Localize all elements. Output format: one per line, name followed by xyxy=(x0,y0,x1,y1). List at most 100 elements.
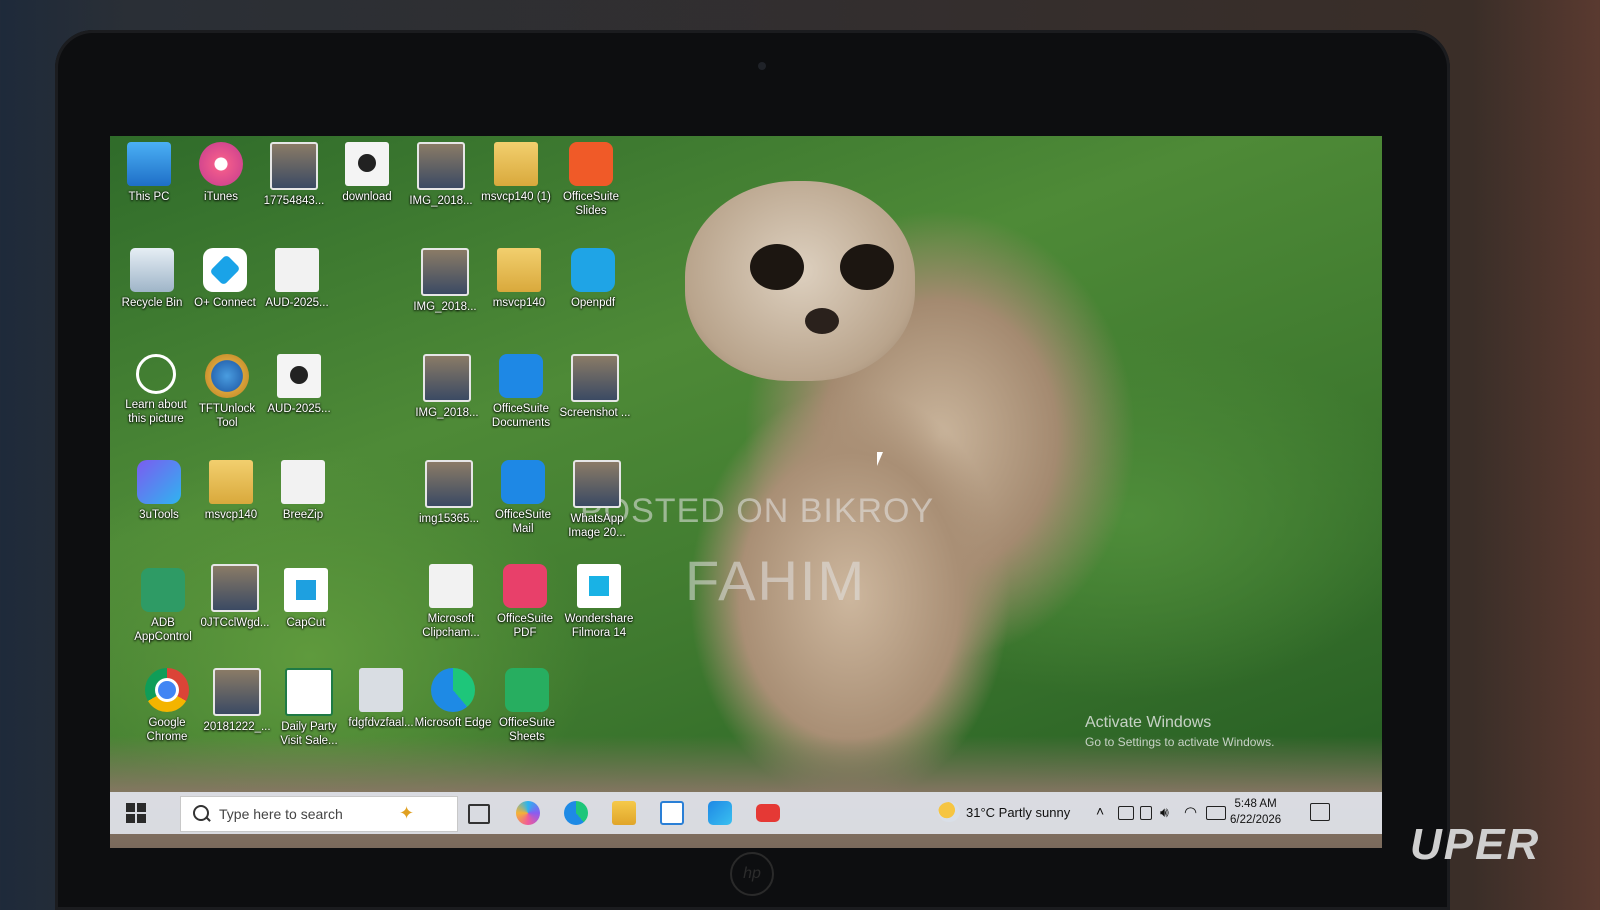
copilot-icon[interactable] xyxy=(516,801,540,825)
blank-file-icon xyxy=(275,248,319,292)
desktop-icon-daily-party-visit[interactable]: Daily Party Visit Sale... xyxy=(270,668,348,748)
wallpaper-meerkat-eye xyxy=(840,244,894,290)
webcam xyxy=(758,62,766,70)
taskbar-search-box[interactable]: Type here to search ✦ xyxy=(180,796,458,832)
desktop-icon-label: Wondershare Filmora 14 xyxy=(564,613,634,639)
task-view-icon[interactable] xyxy=(468,804,490,824)
desktop-icon-tftunlock[interactable]: TFTUnlock Tool xyxy=(188,354,266,430)
volume-icon[interactable]: 🔊︎ xyxy=(1160,804,1169,846)
watermark-name: FAHIM xyxy=(685,549,867,612)
windows-logo-icon xyxy=(126,803,135,812)
notification-icon[interactable] xyxy=(1310,803,1330,821)
desktop-icon-3utools[interactable]: 3uTools xyxy=(120,460,198,522)
o-plus-connect-icon xyxy=(203,248,247,292)
desktop-icon-label: download xyxy=(342,191,392,203)
hp-logo: hp xyxy=(730,852,774,896)
chevron-up-icon[interactable]: ˄ xyxy=(1096,803,1104,845)
photo-file-icon xyxy=(417,142,465,190)
desktop-icon-aud-2025-a[interactable]: AUD-2025... xyxy=(258,248,336,310)
desktop-icon-label: OfficeSuite Mail xyxy=(494,509,552,535)
desktop-icon-img15365[interactable]: img15365... xyxy=(410,460,488,526)
desktop-icon-img-2018-c[interactable]: IMG_2018... xyxy=(408,354,486,420)
photo-file-icon xyxy=(423,354,471,402)
taskbar-clock[interactable]: 5:48 AM 6/22/2026 xyxy=(1230,796,1281,828)
desktop-icon-download[interactable]: download xyxy=(328,142,406,204)
desktop-icon-label: O+ Connect xyxy=(194,297,256,309)
wifi-icon[interactable]: ◠ xyxy=(1184,803,1197,845)
filmora-icon xyxy=(577,564,621,608)
tftunlock-icon xyxy=(205,354,249,398)
desktop-icon-img-2018-b[interactable]: IMG_2018... xyxy=(406,248,484,314)
desktop-icon-officesuite-slides[interactable]: OfficeSuite Slides xyxy=(552,142,630,218)
desktop-icon-wondershare-filmora[interactable]: Wondershare Filmora 14 xyxy=(560,564,638,640)
desktop-icon-label: OfficeSuite Sheets xyxy=(498,717,556,743)
desktop-icon-label: IMG_2018... xyxy=(415,407,479,419)
start-button[interactable] xyxy=(126,803,146,823)
desktop-icon-capcut[interactable]: CapCut xyxy=(267,568,345,630)
desktop-icon-0jtcclwgd[interactable]: 0JTCclWgd... xyxy=(196,564,274,630)
microsoft-store-icon[interactable] xyxy=(660,801,684,825)
battery-icon[interactable] xyxy=(1118,806,1134,820)
desktop-icon-o-plus-connect[interactable]: O+ Connect xyxy=(186,248,264,310)
desktop-icon-whatsapp-image[interactable]: WhatsApp Image 20... xyxy=(558,460,636,540)
desktop-icon-label: CapCut xyxy=(286,617,326,629)
activate-windows-notice: Activate Windows Go to Settings to activ… xyxy=(1085,714,1274,749)
youtube-icon[interactable] xyxy=(756,804,780,822)
desktop-icon-msvcp140-1[interactable]: msvcp140 (1) xyxy=(477,142,555,204)
keyboard-icon[interactable] xyxy=(1206,806,1226,820)
desktop-icon-screenshot[interactable]: Screenshot ... xyxy=(556,354,634,420)
adb-appcontrol-icon xyxy=(141,568,185,612)
activate-subtitle: Go to Settings to activate Windows. xyxy=(1085,735,1275,749)
desktop-icon-google-chrome[interactable]: Google Chrome xyxy=(128,668,206,744)
desktop-icon-recycle-bin[interactable]: Recycle Bin xyxy=(113,248,191,310)
officesuite-documents-icon xyxy=(499,354,543,398)
desktop-icon-label: Google Chrome xyxy=(146,717,188,743)
desktop-icon-label: 17754843... xyxy=(263,195,325,207)
desktop-icon-label: IMG_2018... xyxy=(413,301,477,313)
desktop-icon-label: OfficeSuite Documents xyxy=(491,403,551,429)
desktop-icon-clipchamp[interactable]: Microsoft Clipcham... xyxy=(412,564,490,640)
desktop-icon-fdgfdvzfaal[interactable]: fdgfdvzfaal... xyxy=(342,668,420,730)
desktop-icon-msvcp140[interactable]: msvcp140 xyxy=(480,248,558,310)
weather-icon[interactable] xyxy=(938,802,960,822)
desktop-icon-learn-about-picture[interactable]: Learn about this picture xyxy=(117,354,195,426)
desktop-icon-officesuite-documents[interactable]: OfficeSuite Documents xyxy=(482,354,560,430)
desktop-icon-adb-appcontrol[interactable]: ADB AppControl xyxy=(124,568,202,644)
wallpaper-meerkat-eye xyxy=(750,244,804,290)
officesuite-mail-icon xyxy=(501,460,545,504)
desktop-icon-label: Microsoft Clipcham... xyxy=(422,613,480,639)
file-explorer-icon[interactable] xyxy=(612,801,636,825)
desktop-icon-label: Recycle Bin xyxy=(121,297,183,309)
desktop-icon-breezip[interactable]: BreeZip xyxy=(264,460,342,522)
desktop-icon-microsoft-edge[interactable]: Microsoft Edge xyxy=(414,668,492,730)
desktop-icon-20181222[interactable]: 20181222_... xyxy=(198,668,276,734)
desktop-icon-officesuite-sheets[interactable]: OfficeSuite Sheets xyxy=(488,668,566,744)
desktop-icon-label: 0JTCclWgd... xyxy=(200,617,270,629)
desktop-icon-officesuite-pdf[interactable]: OfficeSuite PDF xyxy=(486,564,564,640)
device-icon[interactable] xyxy=(1140,806,1152,820)
taskbar: Type here to search ✦ 31°C Partly sunny … xyxy=(110,792,1382,834)
desktop-icon-openpdf[interactable]: Openpdf xyxy=(554,248,632,310)
learn-about-picture-icon xyxy=(136,354,176,394)
itunes-icon xyxy=(199,142,243,186)
officesuite-pdf-icon xyxy=(503,564,547,608)
desktop-icon-label: 3uTools xyxy=(139,509,179,521)
desktop-icon-officesuite-mail[interactable]: OfficeSuite Mail xyxy=(484,460,562,536)
desktop-icon-label: Openpdf xyxy=(570,297,616,309)
background-logo-fragment: UPER xyxy=(1410,820,1541,869)
desktop-icon-itunes[interactable]: iTunes xyxy=(182,142,260,204)
blank-file-icon xyxy=(281,460,325,504)
outlook-icon[interactable] xyxy=(708,801,732,825)
weather-widget[interactable]: 31°C Partly sunny xyxy=(966,805,1070,820)
desktop-icon-img-2018-a[interactable]: IMG_2018... xyxy=(402,142,480,208)
desktop-icon-17754843[interactable]: 17754843... xyxy=(255,142,333,208)
photo-file-icon xyxy=(421,248,469,296)
desktop-icon-label: Learn about this picture xyxy=(125,399,187,425)
edge-icon[interactable] xyxy=(564,801,588,825)
desktop-icon-aud-2025-b[interactable]: AUD-2025... xyxy=(260,354,338,416)
search-highlight-icon: ✦ xyxy=(399,803,415,823)
desktop-screen: POSTED ON BIKROY FAHIM Activate Windows … xyxy=(110,136,1382,848)
desktop-icon-msvcp140-folder[interactable]: msvcp140 xyxy=(192,460,270,522)
desktop-icon-this-pc[interactable]: This PC xyxy=(110,142,188,204)
zip-folder-icon xyxy=(497,248,541,292)
